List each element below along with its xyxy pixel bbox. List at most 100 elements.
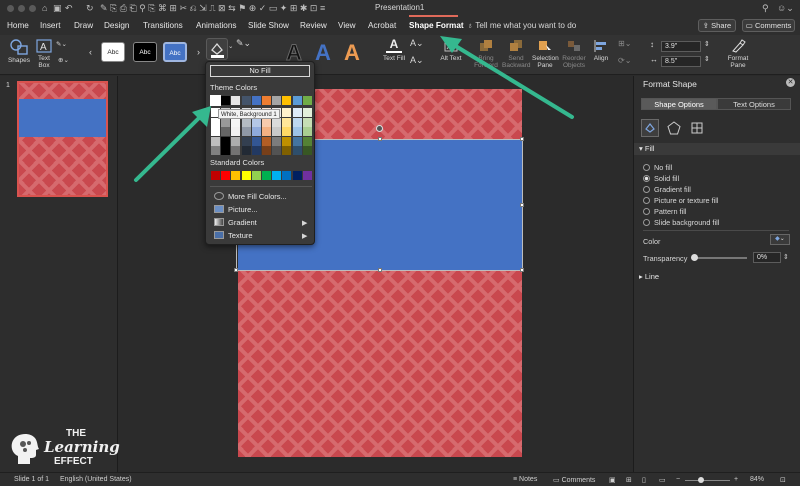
theme-color-variant-swatch[interactable] — [302, 117, 312, 127]
theme-color-variant-swatch[interactable] — [282, 108, 292, 117]
radio-gradient-fill[interactable]: Gradient fill — [643, 185, 691, 194]
no-fill-button[interactable]: No Fill — [210, 65, 310, 77]
close-pane-icon[interactable]: ✕ — [786, 78, 795, 87]
zoom-in-icon[interactable]: + — [734, 476, 738, 483]
quick-tools-icon[interactable]: ✎ ⎘ ⎙ ⎗ ⚲ ⎘ ⌘ ⊞ ✂ ⎌ ⇲ ⎍ ⊠ ⇆ ⚑ ⊕ ✓ ▭ ✦ ⊞ … — [100, 3, 325, 14]
standard-color-swatch[interactable] — [231, 171, 241, 180]
theme-color-variant-swatch[interactable] — [302, 108, 312, 117]
theme-color-variant-swatch[interactable] — [272, 127, 282, 136]
group-icon[interactable]: ⊞⌄ — [618, 40, 631, 48]
shape-fill-dropdown-icon[interactable]: ⌄ — [228, 43, 233, 50]
theme-color-variant-swatch[interactable] — [292, 127, 302, 136]
theme-color-variant-swatch[interactable] — [251, 146, 261, 155]
radio-solid-fill[interactable]: Solid fill — [643, 174, 679, 183]
line-section-header[interactable]: ▸ Line — [634, 271, 800, 283]
width-stepper-icon[interactable]: ⇕ — [704, 56, 710, 63]
standard-color-swatch[interactable] — [272, 171, 282, 180]
fit-slide-icon[interactable]: ⊡ — [780, 476, 786, 484]
theme-color-variant-swatch[interactable] — [302, 146, 312, 155]
theme-color-variant-swatch[interactable] — [251, 127, 261, 136]
transparency-slider-thumb[interactable] — [691, 254, 698, 261]
theme-color-swatch[interactable] — [231, 96, 241, 105]
tab-draw[interactable]: Draw — [74, 21, 93, 30]
radio-picture-texture-fill[interactable]: Picture or texture fill — [643, 196, 718, 205]
theme-color-variant-swatch[interactable] — [221, 127, 231, 136]
share-button[interactable]: ⇪ Share — [698, 19, 736, 32]
height-stepper-icon[interactable]: ⇕ — [704, 41, 710, 48]
styles-prev-icon[interactable]: ‹ — [89, 48, 92, 57]
text-box-button[interactable]: A Text Box — [34, 39, 54, 69]
zoom-level[interactable]: 84% — [750, 476, 764, 483]
alt-text-button[interactable]: Alt Text — [440, 39, 462, 62]
theme-color-variant-swatch[interactable] — [282, 117, 292, 127]
size-properties-icon[interactable] — [690, 121, 704, 135]
shape-style-blue[interactable]: Abc — [163, 42, 187, 62]
theme-color-variant-swatch[interactable] — [292, 108, 302, 117]
zoom-window-icon[interactable] — [29, 5, 36, 12]
theme-color-swatch[interactable] — [272, 96, 282, 105]
home-icon[interactable]: ⌂ — [42, 3, 47, 13]
standard-color-swatch[interactable] — [292, 171, 302, 180]
fill-line-category-tab[interactable] — [641, 119, 659, 137]
shape-height-field[interactable]: 3.9" — [661, 41, 701, 52]
tab-view[interactable]: View — [338, 21, 356, 30]
zoom-slider[interactable] — [685, 480, 730, 481]
effects-pentagon-icon[interactable] — [667, 121, 681, 135]
more-fill-colors-item[interactable]: More Fill Colors... — [214, 191, 287, 203]
wordart-blue-icon[interactable]: A — [315, 41, 331, 65]
theme-color-variant-swatch[interactable] — [221, 136, 231, 146]
theme-color-variant-swatch[interactable] — [211, 146, 220, 155]
theme-color-swatch[interactable] — [241, 96, 251, 105]
wordart-orange-icon[interactable]: A — [344, 41, 360, 65]
resize-handle-top[interactable] — [378, 137, 382, 141]
theme-color-variant-swatch[interactable] — [241, 146, 251, 155]
radio-pattern-fill[interactable]: Pattern fill — [643, 207, 686, 216]
align-button[interactable]: Align — [590, 39, 612, 62]
theme-color-variant-swatch[interactable] — [241, 136, 251, 146]
text-fill-button[interactable]: A Text Fill — [381, 38, 407, 62]
theme-color-variant-swatch[interactable] — [231, 136, 241, 146]
theme-color-variant-swatch[interactable] — [221, 146, 231, 155]
theme-color-variant-swatch[interactable] — [302, 127, 312, 136]
standard-color-swatch[interactable] — [211, 171, 220, 180]
radio-no-fill[interactable]: No fill — [643, 163, 672, 172]
undo-icon[interactable]: ↶ — [65, 3, 73, 14]
theme-color-swatch[interactable] — [292, 96, 302, 105]
shape-width-field[interactable]: 8.5" — [661, 56, 701, 67]
comments-button[interactable]: ▭ Comments — [742, 19, 795, 32]
theme-color-swatch[interactable] — [282, 96, 292, 105]
theme-color-variant-swatch[interactable] — [282, 136, 292, 146]
selection-pane-button[interactable]: Selection Pane — [532, 39, 559, 69]
theme-color-swatch[interactable] — [302, 96, 312, 105]
gradient-fill-item[interactable]: Gradient — [214, 217, 257, 229]
theme-color-variant-swatch[interactable] — [272, 136, 282, 146]
shape-fill-button[interactable] — [206, 38, 228, 60]
normal-view-icon[interactable]: ▣ — [609, 476, 616, 484]
tab-animations[interactable]: Animations — [196, 21, 237, 30]
theme-color-swatch[interactable] — [262, 96, 271, 105]
theme-color-variant-swatch[interactable] — [231, 146, 241, 155]
theme-color-variant-swatch[interactable] — [262, 146, 271, 155]
theme-color-variant-swatch[interactable] — [262, 127, 271, 136]
resize-handle-top-right[interactable] — [520, 137, 524, 141]
theme-color-swatch[interactable] — [221, 96, 231, 105]
theme-color-variant-swatch[interactable] — [272, 146, 282, 155]
theme-color-variant-swatch[interactable] — [282, 127, 292, 136]
theme-color-variant-swatch[interactable] — [211, 136, 220, 146]
tab-acrobat[interactable]: Acrobat — [368, 21, 396, 30]
picture-fill-item[interactable]: Picture... — [214, 204, 258, 216]
theme-color-variant-swatch[interactable] — [211, 127, 220, 136]
tab-transitions[interactable]: Transitions — [143, 21, 183, 30]
standard-color-swatch[interactable] — [221, 171, 231, 180]
standard-color-swatch[interactable] — [282, 171, 292, 180]
tab-shape-format[interactable]: Shape Format — [409, 21, 464, 30]
rotate-icon[interactable]: ⟳⌄ — [618, 57, 631, 65]
tab-text-options[interactable]: Text Options — [717, 98, 791, 110]
text-outline-icon[interactable]: A⌄ — [410, 39, 424, 48]
shape-style-white[interactable]: Abc — [101, 42, 125, 62]
tab-home[interactable]: Home — [7, 21, 29, 30]
save-icon[interactable]: ▣ — [53, 3, 62, 14]
theme-color-swatch[interactable] — [210, 95, 221, 106]
standard-color-swatch[interactable] — [251, 171, 261, 180]
reorder-objects-button[interactable]: Reorder Objects — [560, 39, 588, 69]
